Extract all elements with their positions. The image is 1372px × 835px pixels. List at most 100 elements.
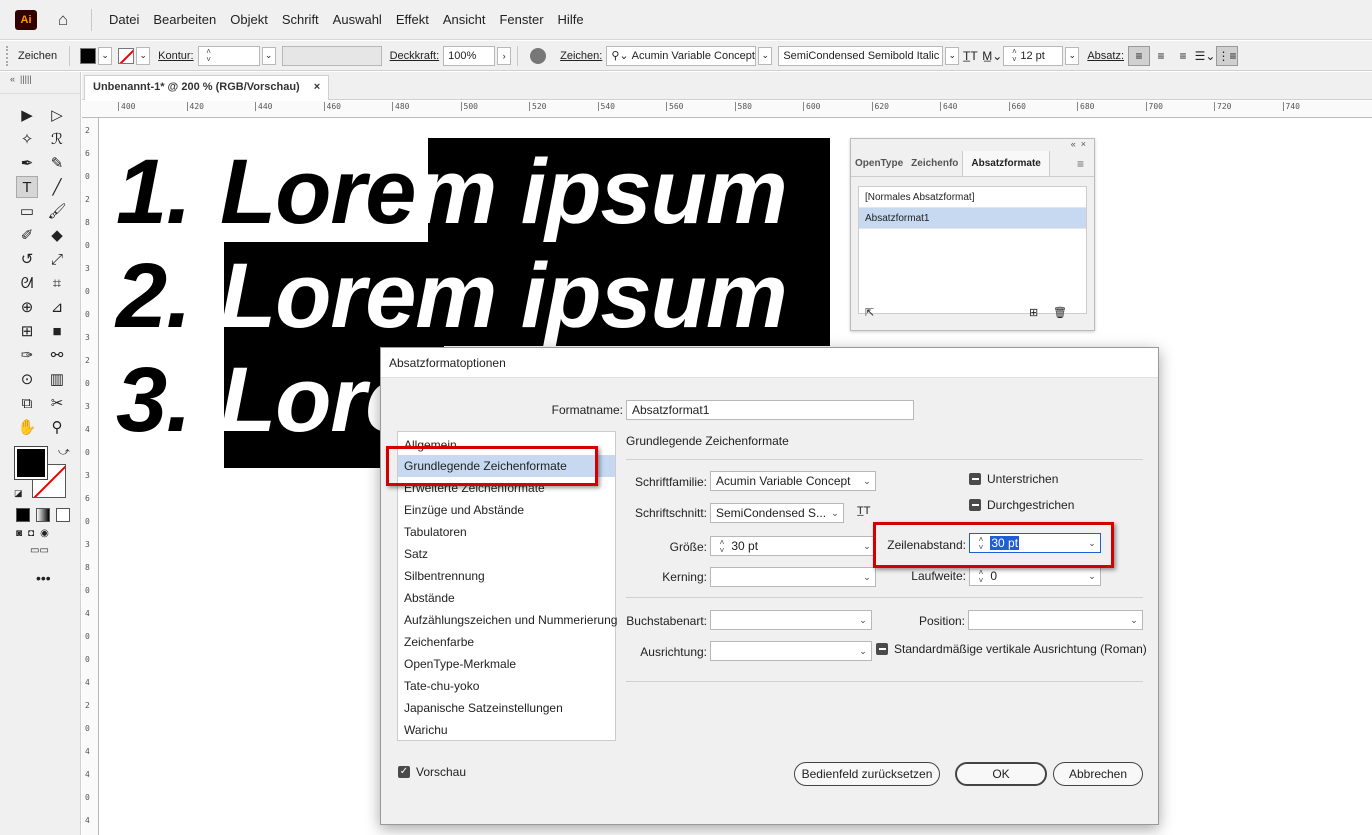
fill-swatch[interactable] [80, 47, 97, 64]
nav-abstaende[interactable]: Abstände [398, 587, 615, 609]
slice-tool-icon[interactable]: ✂ [46, 392, 68, 414]
zoom-tool-icon[interactable]: ⚲ [46, 416, 68, 438]
roman-checkbox[interactable]: Standardmäßige vertikale Ausrichtung (Ro… [876, 642, 1147, 656]
font-size-dropdown[interactable]: ⌄ [1065, 46, 1080, 65]
menu-schrift[interactable]: Schrift [275, 12, 326, 27]
default-colors-icon[interactable]: ◪ [14, 488, 23, 499]
tab-zeichenformate[interactable]: Zeichenfo [907, 151, 962, 176]
draw-behind-icon[interactable]: ◘ [28, 528, 34, 539]
nav-grundlegende-zeichenformate[interactable]: Grundlegende Zeichenformate [398, 455, 615, 477]
nav-einzuege-und-abstaende[interactable]: Einzüge und Abstände [398, 499, 615, 521]
stroke-swatch[interactable] [118, 47, 135, 64]
varbreite-field[interactable] [281, 45, 382, 66]
menu-hilfe[interactable]: Hilfe [551, 12, 591, 27]
lasso-tool-icon[interactable]: ℛ [46, 128, 68, 150]
deckkraft-arrow[interactable]: › [497, 46, 512, 65]
rotate-tool-icon[interactable]: ↺ [16, 248, 38, 270]
groesse-input[interactable]: ˄ ˅ 30 pt ⌄ [710, 536, 876, 556]
kerning-select[interactable]: ⌄ [710, 567, 876, 587]
panel-collapse-icon[interactable]: « × [851, 139, 1094, 151]
new-style-icon[interactable]: ⊞ [1029, 306, 1038, 319]
menu-datei[interactable]: Datei [102, 12, 146, 27]
nav-warichu[interactable]: Warichu [398, 719, 615, 741]
position-select[interactable]: ⌄ [968, 610, 1143, 630]
load-styles-icon[interactable]: ⇱ [865, 306, 874, 319]
vertical-ruler[interactable]: 2 6 0 2 8 0 3 0 0 3 2 0 3 4 0 3 6 0 3 8 0 4 0 0 4 2 0 4 4 0 4 [82, 118, 99, 835]
numbered-list-icon[interactable]: ⋮≡ [1216, 45, 1239, 66]
font-style-field[interactable]: SemiCondensed Semibold Italic [778, 45, 944, 66]
menu-bearbeiten[interactable]: Bearbeiten [146, 12, 223, 27]
vorschau-checkbox[interactable]: Vorschau [398, 765, 466, 779]
menu-effekt[interactable]: Effekt [389, 12, 436, 27]
nav-zeichenfarbe[interactable]: Zeichenfarbe [398, 631, 615, 653]
eyedropper-tool-icon[interactable]: ✑ [16, 344, 38, 366]
type-tool-icon[interactable]: T [16, 176, 38, 198]
gradient-tool-icon[interactable]: ■ [46, 320, 68, 342]
pen-tool-icon[interactable]: ✒ [16, 152, 38, 174]
laufweite-input[interactable]: ˄ ˅ 0 ⌄ [969, 566, 1101, 586]
kontur-field[interactable]: ˄ ˅ [197, 45, 260, 66]
schriftfamilie-select[interactable]: Acumin Variable Concept ⌄ [710, 471, 876, 491]
groesse-spinner[interactable]: ˄ ˅ [716, 539, 728, 555]
edit-toolbar-icon[interactable]: ••• [0, 556, 80, 586]
warp-tool-icon[interactable]: ᘛ [16, 272, 38, 294]
zeichen-label[interactable]: Zeichen: [552, 50, 606, 62]
list-item[interactable]: Absatzformat1 [859, 208, 1086, 229]
swap-colors-icon[interactable]: ⤻ [58, 446, 70, 459]
tab-opentype[interactable]: OpenType [851, 151, 907, 176]
font-family-field[interactable]: ⚲⌄ Acumin Variable Concept [606, 45, 757, 66]
close-icon[interactable]: × [314, 81, 320, 95]
nav-aufzaehlungszeichen[interactable]: Aufzählungszeichen und Nummerierung [398, 609, 617, 631]
reset-panel-button[interactable]: Bedienfeld zurücksetzen [794, 762, 940, 786]
absatz-label[interactable]: Absatz: [1079, 50, 1128, 62]
schriftschnitt-select[interactable]: SemiCondensed S... ⌄ [710, 503, 844, 523]
selection-tool-icon[interactable]: ▶ [16, 104, 38, 126]
panel-menu-icon[interactable]: ≡ [1067, 151, 1094, 176]
symbol-sprayer-tool-icon[interactable]: ⊙ [16, 368, 38, 390]
ok-button[interactable]: OK [955, 762, 1047, 786]
list-line-3[interactable]: 3. Lore [116, 354, 416, 446]
nav-japanische-satzeinstellungen[interactable]: Japanische Satzeinstellungen [398, 697, 615, 719]
shaper-tool-icon[interactable]: ✐ [16, 224, 38, 246]
unterstrichen-checkbox[interactable]: Unterstrichen [969, 472, 1058, 486]
zeilenabstand-input[interactable]: ˄ ˅ 30 pt ⌄ [969, 533, 1101, 553]
deckkraft-field[interactable]: 100% [443, 45, 496, 66]
menu-objekt[interactable]: Objekt [223, 12, 275, 27]
eraser-tool-icon[interactable]: ◆ [46, 224, 68, 246]
font-size-field[interactable]: ˄ ˅ 12 pt [1003, 45, 1064, 66]
align-center-icon[interactable]: ≡ [1150, 46, 1172, 66]
menu-auswahl[interactable]: Auswahl [326, 12, 389, 27]
recolor-icon[interactable] [530, 47, 547, 64]
list-line-2[interactable]: 2. Lorem ipsum [116, 250, 788, 342]
nav-tabulatoren[interactable]: Tabulatoren [398, 521, 615, 543]
nav-opentype-merkmale[interactable]: OpenType-Merkmale [398, 653, 615, 675]
stroke-dropdown[interactable]: ⌄ [136, 46, 151, 65]
bullet-list-icon[interactable]: ☰⌄ [1194, 46, 1216, 66]
perspective-grid-tool-icon[interactable]: ⊿ [46, 296, 68, 318]
hand-tool-icon[interactable]: ✋ [16, 416, 38, 438]
artboard-tool-icon[interactable]: ⧉ [16, 392, 38, 414]
align-right-icon[interactable]: ≡ [1172, 46, 1194, 66]
variable-font-icon[interactable]: M̲⌄ [981, 46, 1003, 66]
draw-normal-icon[interactable]: ◙ [16, 528, 22, 539]
trash-icon[interactable]: 🗑 [1053, 306, 1067, 319]
horizontal-ruler[interactable]: 400 420 440 460 480 500 520 540 560 580 600 620 640 6… [82, 101, 1372, 118]
screen-mode-icon[interactable]: ▭▭ [30, 545, 49, 556]
nav-silbentrennung[interactable]: Silbentrennung [398, 565, 615, 587]
kontur-spinner[interactable]: ˄ ˅ [203, 47, 215, 64]
nav-satz[interactable]: Satz [398, 543, 615, 565]
shape-builder-tool-icon[interactable]: ⊕ [16, 296, 38, 318]
ausrichtung-select[interactable]: ⌄ [710, 641, 872, 661]
fill-dropdown[interactable]: ⌄ [98, 46, 113, 65]
menu-ansicht[interactable]: Ansicht [436, 12, 493, 27]
direct-selection-tool-icon[interactable]: ▷ [46, 104, 68, 126]
free-transform-tool-icon[interactable]: ⌗ [46, 272, 68, 294]
fill-color-box[interactable] [14, 446, 48, 480]
none-mode-icon[interactable] [56, 508, 70, 522]
zeilenabstand-spinner[interactable]: ˄ ˅ [975, 536, 987, 552]
kontur-label[interactable]: Kontur: [150, 50, 197, 62]
nav-allgemein[interactable]: Allgemein [398, 434, 615, 456]
blend-tool-icon[interactable]: ⚯ [46, 344, 68, 366]
gradient-mode-icon[interactable] [36, 508, 50, 522]
paintbrush-tool-icon[interactable]: 🖌 [46, 200, 68, 222]
